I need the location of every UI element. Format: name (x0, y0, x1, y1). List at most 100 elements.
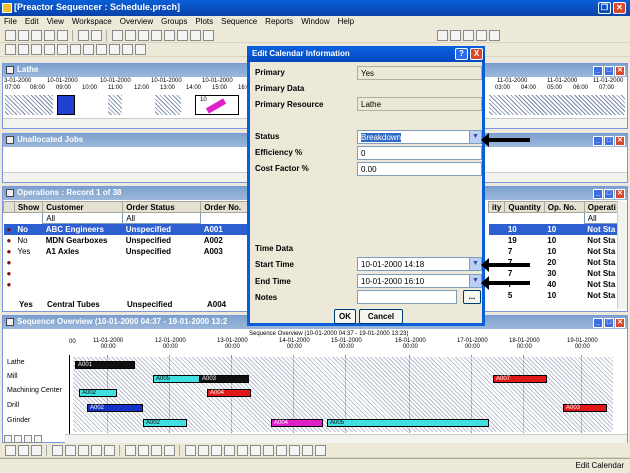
menu-sequence[interactable]: Sequence (217, 16, 261, 26)
efficiency-input[interactable]: 0 (357, 146, 482, 160)
chart-icon[interactable] (151, 30, 162, 41)
end-time-input[interactable]: 10-01-2000 16:10 ▼ (357, 274, 482, 288)
menu-plots[interactable]: Plots (191, 16, 217, 26)
sequence-icon[interactable] (437, 30, 449, 41)
order-icon[interactable] (57, 44, 68, 55)
table-row[interactable]: 7 30 Not Sta (489, 268, 620, 279)
table-icon[interactable] (91, 445, 102, 456)
group-icon[interactable] (211, 445, 222, 456)
zoom-fit-icon[interactable] (24, 435, 32, 443)
menu-reports[interactable]: Reports (261, 16, 297, 26)
menu-file[interactable]: File (0, 16, 21, 26)
sort-desc-icon[interactable] (198, 445, 209, 456)
table-row[interactable]: 19 10 Not Sta (489, 235, 620, 246)
rewind-icon[interactable] (125, 445, 136, 456)
col-operation-status[interactable]: Operati (583, 201, 620, 213)
menu-view[interactable]: View (43, 16, 68, 26)
sequence-bar[interactable]: A003 (563, 404, 607, 412)
col-show[interactable]: Show (13, 201, 44, 213)
ok-button[interactable]: OK (334, 309, 356, 324)
start-time-input[interactable]: 10-01-2000 14:18 ▼ (357, 257, 482, 271)
col-ity[interactable]: ity (487, 201, 506, 213)
close-icon[interactable]: ✕ (613, 2, 626, 14)
zoom-in-icon[interactable] (14, 435, 22, 443)
lathe-job-bar[interactable] (57, 95, 75, 115)
calendar-icon[interactable] (164, 30, 175, 41)
sequence-bar[interactable]: A002 (79, 389, 117, 397)
chevron-down-icon[interactable]: ▼ (469, 275, 481, 287)
sequence-bar[interactable]: A002 (143, 419, 187, 427)
table-row[interactable]: 7 10 Not Sta (489, 246, 620, 257)
sequence-bar[interactable]: A005 (153, 375, 205, 383)
cancel-button[interactable]: Cancel (359, 309, 403, 324)
minimize-icon[interactable]: _ (593, 318, 603, 328)
operations-vscrollbar[interactable] (617, 201, 627, 309)
col-customer[interactable]: Customer (42, 201, 124, 213)
menu-overview[interactable]: Overview (116, 16, 157, 26)
pointer-icon[interactable] (164, 445, 175, 456)
list-icon[interactable] (135, 44, 146, 55)
operations-partial-row[interactable]: Yes Central Tubes Unspecified A004 (3, 297, 248, 309)
settings-icon[interactable] (203, 30, 214, 41)
open-icon[interactable] (18, 30, 29, 41)
sequence-bar[interactable]: A007 (493, 375, 547, 383)
window-icon[interactable] (122, 44, 133, 55)
table-row[interactable]: 10 10 Not Sta (488, 223, 620, 235)
backward-icon[interactable] (463, 30, 475, 41)
gantt-icon[interactable] (18, 445, 29, 456)
plot-icon[interactable] (96, 44, 107, 55)
table-icon[interactable] (125, 30, 136, 41)
cost-factor-input[interactable]: 0.00 (357, 162, 482, 176)
preview-icon[interactable] (18, 44, 29, 55)
minimize-icon[interactable]: _ (593, 136, 603, 146)
copy-icon[interactable] (78, 30, 89, 41)
table-row[interactable]: ● No MDN Gearboxes Unspecified A002 (4, 235, 248, 246)
close-icon[interactable]: ✕ (615, 66, 625, 76)
grid-icon[interactable] (112, 30, 123, 41)
plot-icon[interactable] (302, 445, 313, 456)
maximize-icon[interactable]: □ (604, 318, 614, 328)
menu-window[interactable]: Window (297, 16, 333, 26)
resource-icon[interactable] (31, 44, 42, 55)
globe-icon[interactable] (177, 30, 188, 41)
col-op-no[interactable]: Op. No. (543, 201, 585, 213)
sequence-bar[interactable]: A004 (271, 419, 323, 427)
print-icon[interactable] (5, 44, 16, 55)
settings-icon[interactable] (289, 445, 300, 456)
scroll-left-icon[interactable] (34, 435, 42, 443)
play-both-icon[interactable] (138, 445, 149, 456)
sequence-bar[interactable]: A003 (199, 375, 249, 383)
lock-icon[interactable] (489, 30, 501, 41)
redo-icon[interactable] (57, 30, 68, 41)
menu-edit[interactable]: Edit (21, 16, 43, 26)
col-order-no[interactable]: Order No. (200, 201, 248, 213)
sequence-hscrollbar[interactable] (65, 434, 627, 443)
table-row[interactable]: ● (4, 268, 248, 279)
zoom-icon[interactable] (476, 30, 488, 41)
maximize-icon[interactable]: □ (604, 66, 614, 76)
undo-icon[interactable] (44, 30, 55, 41)
operation-icon[interactable] (44, 44, 55, 55)
menu-help[interactable]: Help (334, 16, 358, 26)
new-icon[interactable] (5, 30, 16, 41)
close-icon[interactable]: ✕ (615, 136, 625, 146)
table-row[interactable]: ● (4, 257, 248, 268)
check-icon[interactable] (237, 445, 248, 456)
lathe-job-bar-selected[interactable]: 10 (195, 95, 239, 115)
menu-groups[interactable]: Groups (157, 16, 191, 26)
forward-icon[interactable] (450, 30, 462, 41)
table-row[interactable]: ● Yes A1 Axles Unspecified A003 (4, 246, 248, 257)
sequence-bar[interactable]: A001 (75, 361, 135, 369)
minimize-icon[interactable]: _ (593, 66, 603, 76)
close-icon[interactable]: ✕ (615, 189, 625, 199)
customer-icon[interactable] (83, 44, 94, 55)
product-icon[interactable] (70, 44, 81, 55)
help-icon[interactable] (190, 30, 201, 41)
move-icon[interactable] (52, 445, 63, 456)
chevron-down-icon[interactable]: ▼ (469, 131, 481, 143)
notes-input[interactable] (357, 290, 457, 304)
minimize-icon[interactable]: _ (593, 189, 603, 199)
table-row[interactable]: 5 10 Not Sta (489, 290, 620, 301)
report-icon[interactable] (263, 445, 274, 456)
report-icon[interactable] (109, 44, 120, 55)
